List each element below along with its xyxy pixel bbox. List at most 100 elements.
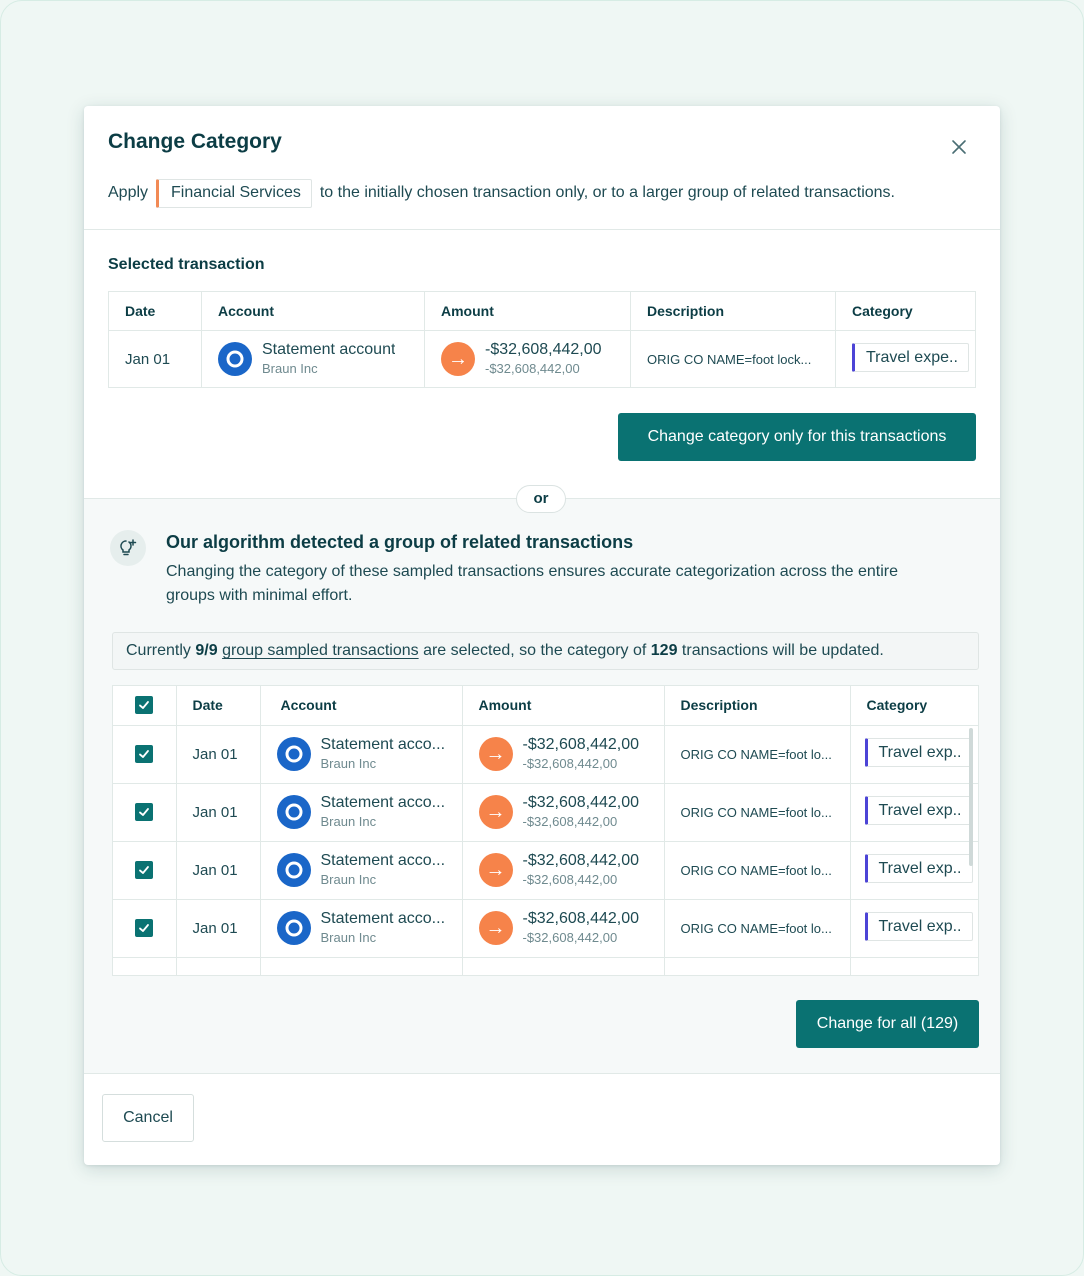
account-cell: Statement account Braun Inc bbox=[201, 330, 425, 388]
account-owner: Braun Inc bbox=[262, 361, 318, 376]
account-cell: Statement acco... Braun Inc bbox=[260, 841, 463, 900]
apply-description: Apply Financial Services to the initiall… bbox=[108, 178, 895, 208]
category-chip[interactable]: Travel expe.. bbox=[852, 342, 969, 372]
arrow-right-icon: → bbox=[478, 737, 513, 771]
category-cell: Travel exp.. bbox=[850, 725, 978, 784]
check-icon bbox=[139, 924, 149, 932]
account-name: Statement acco... bbox=[320, 852, 446, 869]
column-header-category: Category bbox=[835, 291, 976, 331]
table-row: Jan 01 Statement acco... Braun Inc → -$3… bbox=[113, 899, 978, 958]
arrow-right-icon: → bbox=[478, 911, 513, 945]
change-for-all-button[interactable]: Change for all (129) bbox=[796, 1000, 979, 1048]
target-category-chip: Financial Services bbox=[156, 178, 312, 208]
group-title: Our algorithm detected a group of relate… bbox=[166, 532, 634, 552]
category-chip[interactable]: Travel exp.. bbox=[864, 911, 973, 941]
notice-suffix: transactions will be updated. bbox=[677, 642, 884, 659]
row-select-cell bbox=[113, 841, 177, 900]
category-chip[interactable]: Travel exp.. bbox=[864, 737, 973, 767]
account-owner: Braun Inc bbox=[320, 930, 377, 945]
bank-logo-icon bbox=[276, 737, 311, 771]
amount-secondary: -$32,608,442,00 bbox=[485, 361, 580, 376]
group-description: Changing the category of these sampled t… bbox=[166, 563, 898, 604]
select-all-checkbox[interactable] bbox=[135, 696, 153, 715]
amount-value: -$32,608,442,00 bbox=[522, 910, 640, 927]
column-header-category: Category bbox=[850, 686, 978, 726]
row-checkbox[interactable] bbox=[135, 919, 153, 937]
close-button[interactable] bbox=[948, 136, 970, 158]
row-checkbox[interactable] bbox=[135, 803, 153, 821]
close-icon bbox=[952, 140, 966, 154]
select-all-cell bbox=[113, 686, 177, 726]
date-cell: Jan 01 bbox=[176, 783, 261, 842]
notice-selected-count: 9/9 bbox=[195, 642, 218, 659]
lightbulb-sparkle-icon bbox=[110, 530, 146, 566]
column-header-date: Date bbox=[108, 291, 202, 331]
change-this-transaction-button[interactable]: Change category only for this transactio… bbox=[618, 413, 976, 461]
account-owner: Braun Inc bbox=[320, 814, 377, 829]
modal-title: Change Category bbox=[108, 130, 282, 153]
amount-cell: → -$32,608,442,00 -$32,608,442,00 bbox=[462, 841, 665, 900]
notice-prefix: Currently bbox=[126, 642, 196, 659]
group-rows: Jan 01 Statement acco... Braun Inc → -$3… bbox=[113, 725, 978, 975]
date-cell: Jan 01 bbox=[176, 725, 261, 784]
account-owner: Braun Inc bbox=[320, 872, 377, 887]
table-row: Jan 01 Statement acco... Braun Inc → -$3… bbox=[113, 725, 978, 784]
row-select-cell bbox=[113, 783, 177, 842]
account-cell: Statement acco... Braun Inc bbox=[260, 899, 463, 958]
amount-cell: → -$32,608,442,00 -$32,608,442,00 bbox=[462, 899, 665, 958]
category-cell: Travel expe.. bbox=[835, 330, 976, 388]
description-cell: ORIG CO NAME=foot lo... bbox=[664, 899, 851, 958]
date-cell: Jan 01 bbox=[108, 330, 202, 388]
table-row-partial bbox=[113, 957, 978, 975]
column-header-date: Date bbox=[176, 686, 261, 726]
selected-transaction-table: Date Account Amount Description Category… bbox=[108, 291, 976, 388]
amount-secondary: -$32,608,442,00 bbox=[522, 756, 618, 771]
category-chip[interactable]: Travel exp.. bbox=[864, 853, 973, 883]
table-row: Jan 01 Statement account Braun Inc → -$3… bbox=[108, 330, 976, 388]
check-icon bbox=[139, 866, 149, 874]
check-icon bbox=[139, 750, 149, 758]
category-cell: Travel exp.. bbox=[850, 783, 978, 842]
column-header-description: Description bbox=[664, 686, 851, 726]
amount-value: -$32,608,442,00 bbox=[522, 852, 640, 869]
amount-secondary: -$32,608,442,00 bbox=[522, 814, 618, 829]
table-header-row: Date Account Amount Description Category bbox=[113, 686, 978, 726]
bank-logo-icon bbox=[276, 853, 311, 887]
or-divider: or bbox=[516, 485, 566, 513]
date-cell: Jan 01 bbox=[176, 899, 261, 958]
description-cell: ORIG CO NAME=foot lo... bbox=[664, 725, 851, 784]
category-chip[interactable]: Travel exp.. bbox=[864, 795, 973, 825]
sampled-transactions-link[interactable]: group sampled transactions bbox=[222, 642, 419, 660]
account-cell: Statement acco... Braun Inc bbox=[260, 725, 463, 784]
column-header-description: Description bbox=[630, 291, 836, 331]
check-icon bbox=[139, 701, 149, 710]
arrow-right-icon: → bbox=[441, 342, 475, 376]
description-cell: ORIG CO NAME=foot lo... bbox=[664, 841, 851, 900]
bank-logo-icon bbox=[276, 795, 311, 829]
date-cell: Jan 01 bbox=[176, 841, 261, 900]
row-select-cell bbox=[113, 725, 177, 784]
amount-cell: → -$32,608,442,00 -$32,608,442,00 bbox=[424, 330, 631, 388]
modal-header: Change Category Apply Financial Services… bbox=[84, 106, 1000, 230]
cancel-button[interactable]: Cancel bbox=[102, 1094, 194, 1142]
account-owner: Braun Inc bbox=[320, 756, 377, 771]
group-transactions-table: Date Account Amount Description Category… bbox=[112, 685, 979, 976]
category-cell: Travel exp.. bbox=[850, 841, 978, 900]
table-scrollbar[interactable] bbox=[969, 728, 973, 866]
arrow-right-icon: → bbox=[478, 853, 513, 887]
column-header-account: Account bbox=[260, 686, 463, 726]
amount-value: -$32,608,442,00 bbox=[522, 794, 640, 811]
row-checkbox[interactable] bbox=[135, 861, 153, 879]
selection-notice: Currently 9/9 group sampled transactions… bbox=[112, 632, 979, 670]
amount-cell: → -$32,608,442,00 -$32,608,442,00 bbox=[462, 725, 665, 784]
account-name: Statement acco... bbox=[320, 794, 446, 811]
column-header-amount: Amount bbox=[462, 686, 665, 726]
amount-secondary: -$32,608,442,00 bbox=[522, 872, 618, 887]
table-row: Jan 01 Statement acco... Braun Inc → -$3… bbox=[113, 783, 978, 842]
bank-logo-icon bbox=[218, 342, 252, 376]
notice-total-count: 129 bbox=[650, 642, 678, 659]
row-checkbox[interactable] bbox=[135, 745, 153, 763]
account-name: Statement acco... bbox=[320, 910, 446, 927]
modal-footer: Cancel bbox=[84, 1075, 1000, 1165]
amount-value: -$32,608,442,00 bbox=[485, 341, 602, 358]
